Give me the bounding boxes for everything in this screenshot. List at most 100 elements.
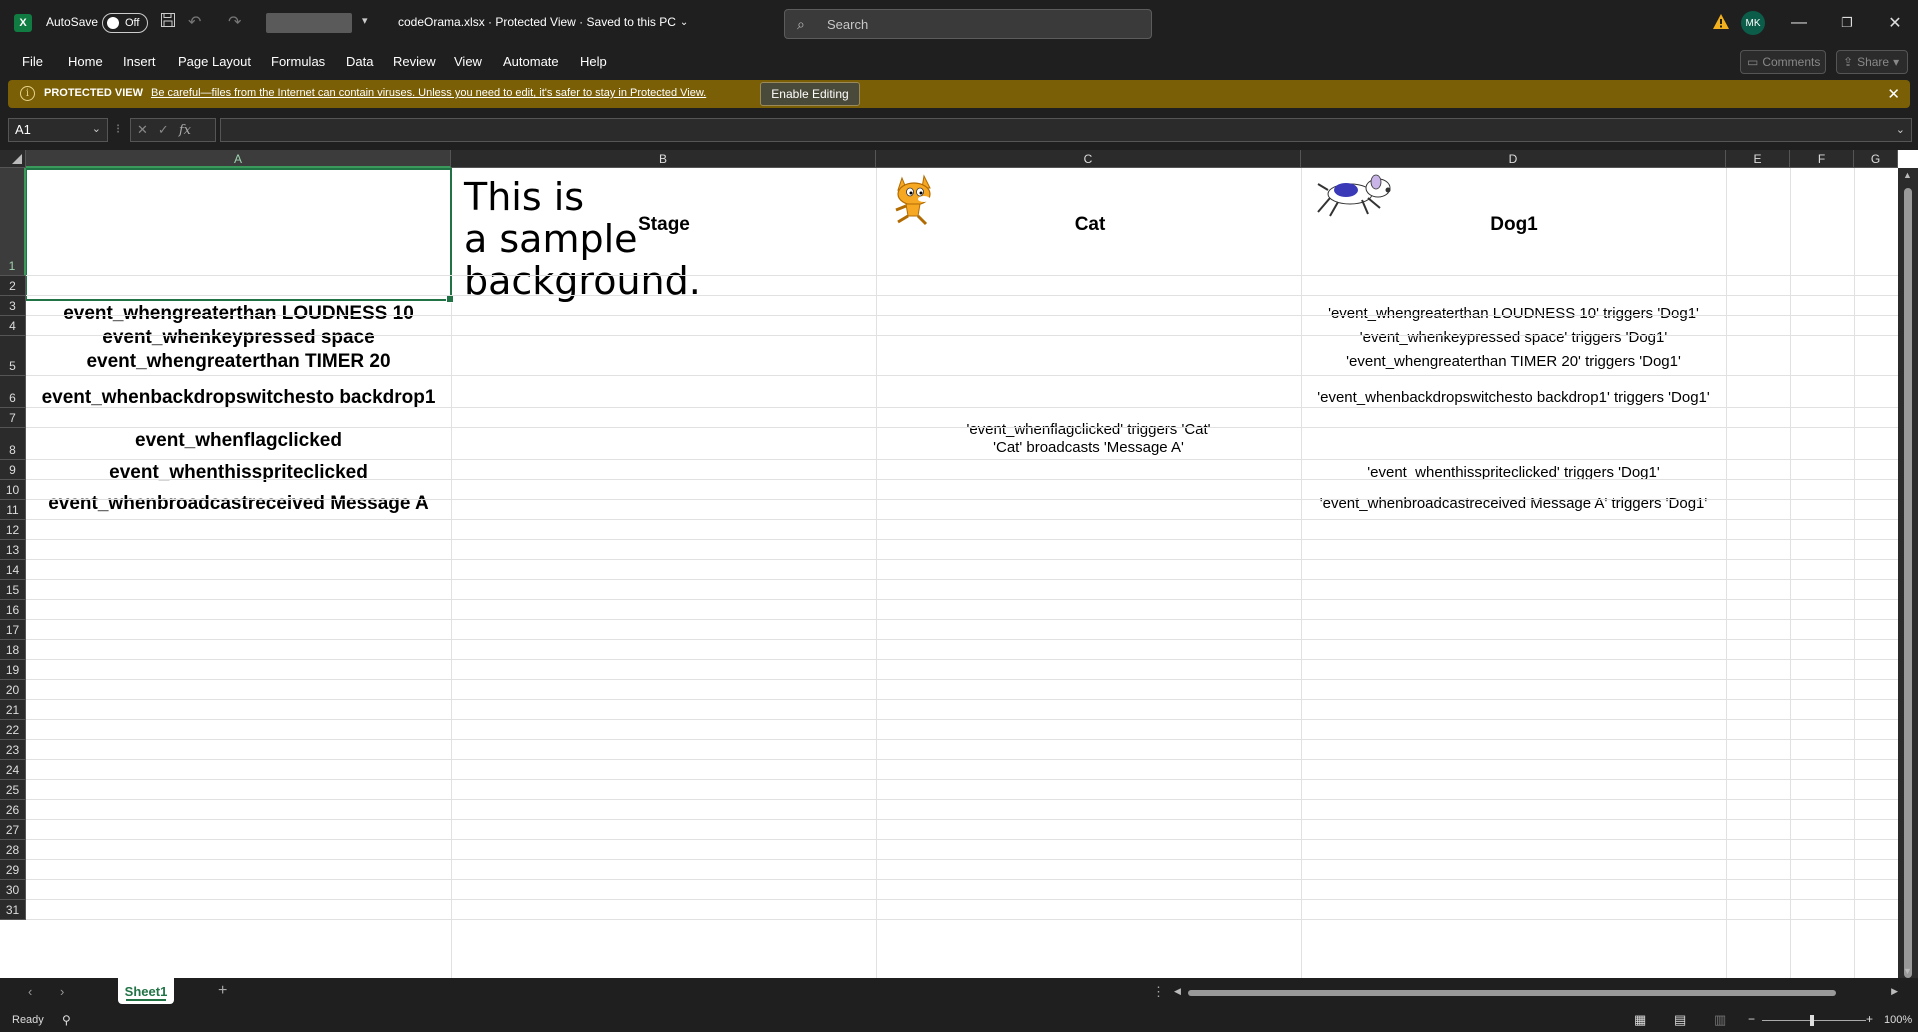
cell-c6[interactable]: 'event_whenflagclicked' triggers 'Cat' '…	[876, 420, 1301, 458]
formula-input[interactable]: ⌄	[220, 118, 1912, 142]
row-header[interactable]: 12	[0, 520, 26, 540]
close-icon[interactable]: ✕	[1887, 85, 1900, 103]
scrollbar-thumb[interactable]	[1188, 990, 1836, 996]
more-options-icon[interactable]: ⋮	[1152, 984, 1165, 1000]
tab-home[interactable]: Home	[68, 54, 103, 69]
row-header[interactable]: 2	[0, 276, 26, 296]
row-header[interactable]: 31	[0, 900, 26, 920]
row-header[interactable]: 7	[0, 408, 26, 428]
warning-icon[interactable]	[1712, 13, 1730, 31]
search-input[interactable]: ⌕ Search	[784, 9, 1152, 39]
tab-review[interactable]: Review	[393, 54, 436, 69]
cell-a6[interactable]: event_whenflagclicked	[26, 430, 451, 452]
column-header-e[interactable]: E	[1726, 150, 1790, 168]
tab-file[interactable]: File	[22, 54, 43, 69]
restore-button[interactable]: ❐	[1824, 8, 1870, 38]
horizontal-scrollbar[interactable]: ◀ ▶	[1170, 986, 1900, 998]
cancel-icon[interactable]: ✕	[137, 122, 148, 138]
next-sheet-icon[interactable]: ›	[60, 984, 64, 999]
row-header[interactable]: 8	[0, 428, 26, 460]
column-header-c[interactable]: C	[876, 150, 1301, 168]
scrollbar-thumb[interactable]	[1904, 188, 1912, 978]
select-all-button[interactable]	[0, 150, 26, 168]
document-title[interactable]: codeOrama.xlsx · Protected View · Saved …	[398, 15, 688, 29]
vertical-scrollbar[interactable]: ▲ ▼	[1898, 168, 1918, 978]
row-header[interactable]: 6	[0, 376, 26, 408]
row-header[interactable]: 1	[0, 168, 26, 276]
save-icon[interactable]	[160, 12, 176, 28]
cell-d4[interactable]: 'event_whengreaterthan TIMER 20' trigger…	[1301, 351, 1726, 371]
column-header-b[interactable]: B	[451, 150, 876, 168]
row-header[interactable]: 9	[0, 460, 26, 480]
zoom-level[interactable]: 100%	[1884, 1014, 1912, 1026]
row-header[interactable]: 19	[0, 660, 26, 680]
cell-a7[interactable]: event_whenthisspriteclicked	[26, 462, 451, 484]
row-header[interactable]: 26	[0, 800, 26, 820]
page-break-view-icon[interactable]: ▥	[1714, 1012, 1726, 1028]
cell-b1[interactable]: Stage	[620, 214, 708, 236]
scroll-up-icon[interactable]: ▲	[1903, 170, 1912, 180]
check-icon[interactable]: ✓	[158, 122, 169, 138]
row-header[interactable]: 17	[0, 620, 26, 640]
row-header[interactable]: 21	[0, 700, 26, 720]
column-header-g[interactable]: G	[1854, 150, 1898, 168]
autosave-toggle[interactable]: Off	[102, 13, 148, 33]
tab-data[interactable]: Data	[346, 54, 373, 69]
cell-d2[interactable]: 'event_whengreaterthan LOUDNESS 10' trig…	[1301, 303, 1726, 323]
accessibility-icon[interactable]: ⚲	[62, 1013, 71, 1027]
row-header[interactable]: 3	[0, 296, 26, 316]
font-selector[interactable]	[266, 13, 352, 33]
row-header[interactable]: 15	[0, 580, 26, 600]
row-header[interactable]: 22	[0, 720, 26, 740]
cell-a5[interactable]: event_whenbackdropswitchesto backdrop1	[26, 387, 451, 409]
avatar[interactable]: MK	[1741, 11, 1765, 35]
close-button[interactable]: ✕	[1872, 8, 1918, 38]
column-header-a[interactable]: A	[26, 150, 451, 168]
row-header[interactable]: 29	[0, 860, 26, 880]
zoom-in-icon[interactable]: +	[1866, 1012, 1873, 1026]
tab-help[interactable]: Help	[580, 54, 607, 69]
customize-toolbar-icon[interactable]: ▾	[362, 14, 368, 27]
row-header[interactable]: 5	[0, 336, 26, 376]
row-header[interactable]: 23	[0, 740, 26, 760]
zoom-slider-thumb[interactable]	[1810, 1015, 1814, 1026]
tab-automate[interactable]: Automate	[503, 54, 559, 69]
column-header-f[interactable]: F	[1790, 150, 1854, 168]
row-header[interactable]: 30	[0, 880, 26, 900]
row-header[interactable]: 24	[0, 760, 26, 780]
minimize-button[interactable]: —	[1776, 8, 1822, 38]
cell-a3[interactable]: event_whenkeypressed space	[26, 327, 451, 349]
cell-d3[interactable]: 'event_whenkeypressed space' triggers 'D…	[1301, 327, 1726, 347]
row-header[interactable]: 11	[0, 500, 26, 520]
protected-view-message[interactable]: Be careful—files from the Internet can c…	[151, 87, 706, 99]
chevron-down-icon[interactable]: ⌄	[1896, 123, 1905, 136]
spreadsheet-grid[interactable]: A B C D E F G This is a sample backgroun…	[0, 150, 1918, 978]
row-header[interactable]: 25	[0, 780, 26, 800]
undo-icon[interactable]: ↶	[188, 12, 201, 32]
scroll-down-icon[interactable]: ▼	[1903, 966, 1912, 976]
redo-icon[interactable]: ↷	[228, 12, 241, 32]
tab-formulas[interactable]: Formulas	[271, 54, 325, 69]
cell-c1[interactable]: Cat	[1050, 214, 1130, 236]
share-button[interactable]: ⇪ Share ▾	[1836, 50, 1908, 74]
tab-page-layout[interactable]: Page Layout	[178, 54, 251, 69]
enable-editing-button[interactable]: Enable Editing	[760, 82, 860, 106]
add-sheet-icon[interactable]: +	[218, 982, 227, 1000]
name-box[interactable]: A1 ⌄	[8, 118, 108, 142]
row-header[interactable]: 16	[0, 600, 26, 620]
column-header-d[interactable]: D	[1301, 150, 1726, 168]
cell-d1[interactable]: Dog1	[1470, 214, 1558, 236]
tab-insert[interactable]: Insert	[123, 54, 156, 69]
cell-a8[interactable]: event_whenbroadcastreceived Message A	[26, 493, 451, 515]
row-header[interactable]: 27	[0, 820, 26, 840]
cell-d8[interactable]: 'event_whenbroadcastreceived Message A' …	[1301, 493, 1726, 513]
row-header[interactable]: 14	[0, 560, 26, 580]
scroll-right-icon[interactable]: ▶	[1891, 986, 1898, 997]
zoom-out-icon[interactable]: −	[1748, 1012, 1755, 1026]
row-header[interactable]: 28	[0, 840, 26, 860]
row-header[interactable]: 20	[0, 680, 26, 700]
tab-view[interactable]: View	[454, 54, 482, 69]
row-header[interactable]: 18	[0, 640, 26, 660]
row-header[interactable]: 13	[0, 540, 26, 560]
more-options-icon[interactable]: ⁝	[116, 121, 120, 137]
